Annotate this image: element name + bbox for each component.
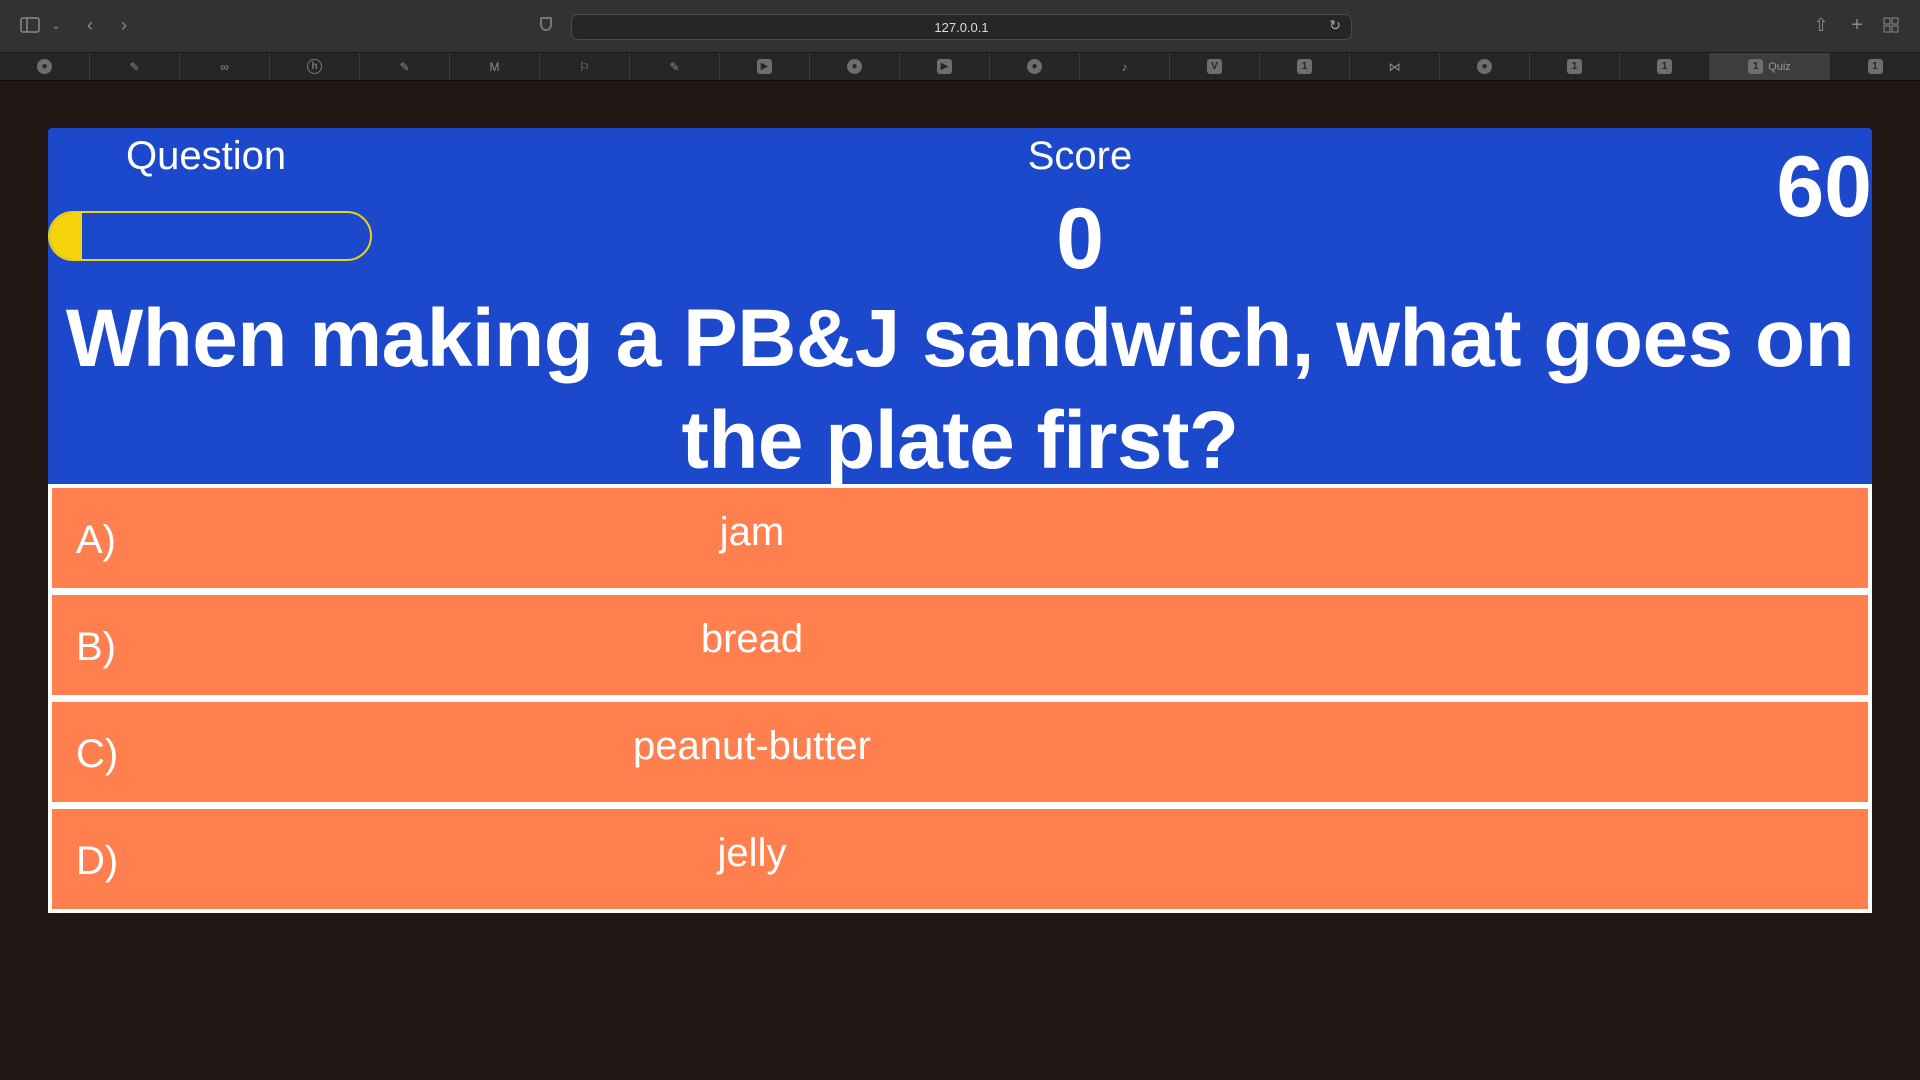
answer-option-a[interactable]: A) jam [52,488,1868,588]
sidebar-toggle-icon[interactable] [20,14,40,36]
quiz-container: Question Score 0 60 When making a PB&J s… [48,128,1872,913]
mail-icon: M [489,59,500,74]
chevron-down-icon[interactable]: ⌄ [50,14,62,36]
music-icon: ♪ [1121,59,1128,74]
answer-text: bread [700,617,804,661]
tab-link[interactable]: ∞ [180,53,270,80]
v-icon: V [1207,59,1222,74]
answer-text: jam [719,510,785,554]
tab-1[interactable]: 1 [1260,53,1350,80]
answer-option-b[interactable]: B) bread [52,595,1868,695]
progress-fill [50,213,82,259]
answer-option-d[interactable]: D) jelly [52,809,1868,909]
pen-icon: ✎ [129,59,140,74]
tab-bar: ● ✎ ∞ h ✎ M ⚐ ✎ ▶ ● ▶ ● ♪ V 1 ⋈ ● 1 1 1 … [0,53,1920,81]
countdown-timer: 60 [1776,139,1872,235]
github-icon: ● [847,59,862,74]
reload-icon[interactable]: ↻ [1329,17,1341,34]
tab-title: Quiz [1768,60,1791,73]
github-icon: ● [1477,59,1492,74]
tab-edit[interactable]: ✎ [90,53,180,80]
play-icon: ▶ [757,59,772,74]
tab-github-3[interactable]: ● [990,53,1080,80]
play-icon: ▶ [937,59,952,74]
tab-github-2[interactable]: ● [810,53,900,80]
share-icon[interactable]: ⇧ [1812,14,1830,36]
back-icon[interactable]: ‹ [82,14,98,36]
answer-text: jelly [717,831,787,875]
new-tab-icon[interactable]: + [1848,14,1866,36]
tab-music[interactable]: ♪ [1080,53,1170,80]
address-bar[interactable]: 127.0.0.1 ↻ [571,14,1352,40]
quiz-header: Question Score 0 60 When making a PB&J s… [48,128,1872,486]
github-icon: ● [37,59,52,74]
question-label: Question [126,134,287,178]
pen-icon: ✎ [399,59,410,74]
score-value: 0 [1056,191,1104,287]
tab-github-4[interactable]: ● [1440,53,1530,80]
tab-edit-3[interactable]: ✎ [630,53,720,80]
url-text: 127.0.0.1 [934,19,989,35]
tab-4[interactable]: 1 [1830,53,1920,80]
flag-icon: ⚐ [579,59,590,74]
tab-video-2[interactable]: ▶ [900,53,990,80]
infinity-icon: ∞ [220,59,229,74]
tab-badge-icon: 1 [1567,59,1582,74]
tab-github[interactable]: ● [0,53,90,80]
tab-quiz-active[interactable]: 1 Quiz [1710,53,1830,80]
pen-icon: ✎ [669,59,680,74]
tab-badge-icon: 1 [1867,59,1883,74]
question-text: When making a PB&J sandwich, what goes o… [65,293,1855,486]
tab-overview-icon[interactable] [1882,14,1900,36]
answer-text: peanut-butter [633,724,871,768]
tab-flag[interactable]: ⚐ [540,53,630,80]
tab-2[interactable]: 1 [1530,53,1620,80]
answer-list: A) jam B) bread C) peanut-butter D) jell… [48,484,1872,913]
tab-v[interactable]: V [1170,53,1260,80]
tab-badge-icon: 1 [1657,59,1672,74]
question-progress-bar [48,211,372,261]
browser-toolbar: ⌄ ‹ › 127.0.0.1 ↻ ⇧ + [0,0,1920,53]
privacy-shield-icon[interactable] [540,17,552,31]
answer-option-c[interactable]: C) peanut-butter [52,702,1868,802]
forward-icon[interactable]: › [116,14,132,36]
score-label: Score [1027,134,1133,178]
tab-badge-icon: 1 [1748,59,1764,74]
code-editor-icon: ⋈ [1388,59,1401,74]
h-icon: h [307,59,322,74]
tab-video[interactable]: ▶ [720,53,810,80]
tab-edit-2[interactable]: ✎ [360,53,450,80]
github-icon: ● [1027,59,1042,74]
tab-badge-icon: 1 [1297,59,1312,74]
tab-mail[interactable]: M [450,53,540,80]
tab-h[interactable]: h [270,53,360,80]
tab-vscode[interactable]: ⋈ [1350,53,1440,80]
tab-3[interactable]: 1 [1620,53,1710,80]
